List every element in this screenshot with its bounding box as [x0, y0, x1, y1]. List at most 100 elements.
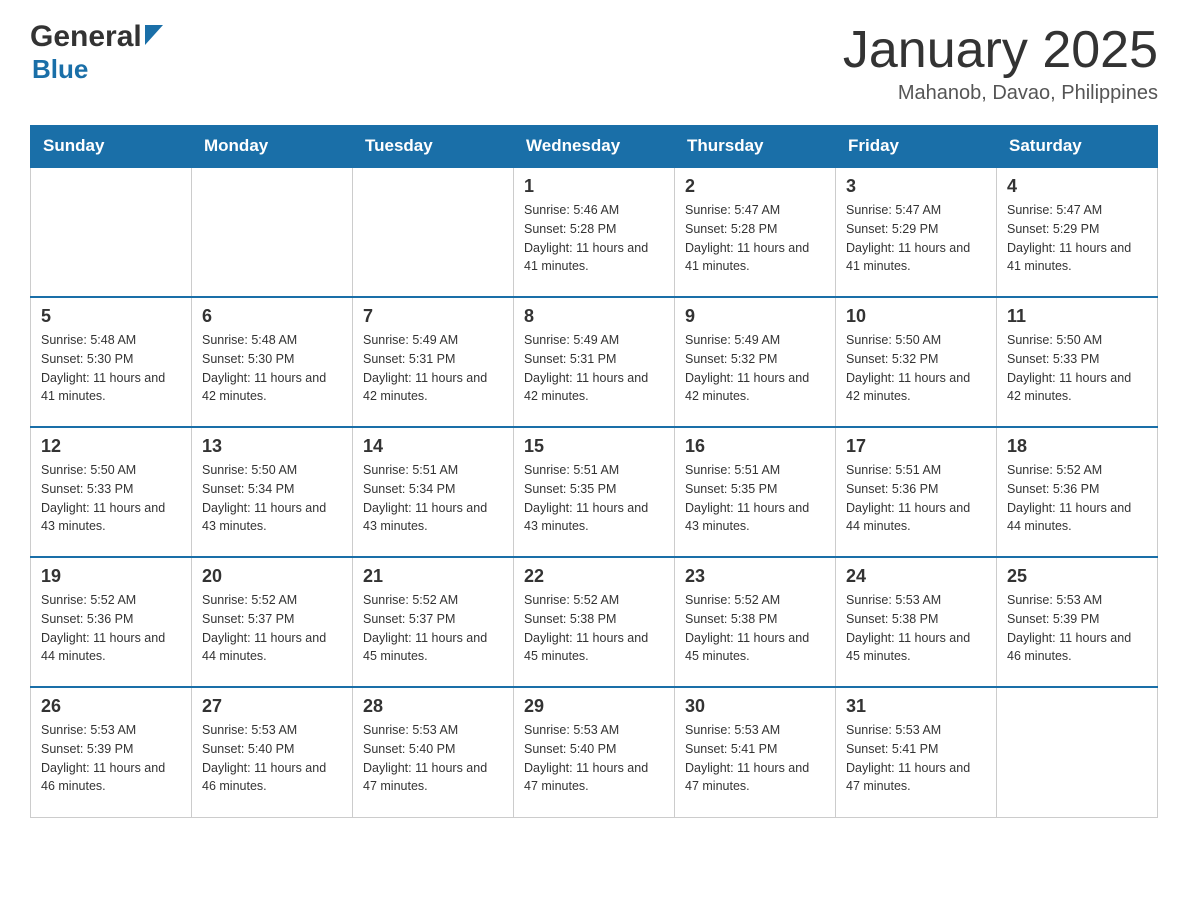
- day-info: Sunrise: 5:49 AMSunset: 5:31 PMDaylight:…: [363, 333, 487, 403]
- day-number: 7: [363, 306, 503, 327]
- day-info: Sunrise: 5:51 AMSunset: 5:34 PMDaylight:…: [363, 463, 487, 533]
- weekday-header-row: SundayMondayTuesdayWednesdayThursdayFrid…: [31, 126, 1158, 168]
- calendar-cell: 24 Sunrise: 5:53 AMSunset: 5:38 PMDayligh…: [836, 557, 997, 687]
- week-row-1: 1 Sunrise: 5:46 AMSunset: 5:28 PMDaylight…: [31, 167, 1158, 297]
- day-info: Sunrise: 5:53 AMSunset: 5:40 PMDaylight:…: [363, 723, 487, 793]
- day-info: Sunrise: 5:52 AMSunset: 5:37 PMDaylight:…: [202, 593, 326, 663]
- logo-arrow-icon: [145, 25, 163, 50]
- day-info: Sunrise: 5:53 AMSunset: 5:39 PMDaylight:…: [41, 723, 165, 793]
- weekday-thursday: Thursday: [675, 126, 836, 168]
- logo: General Blue: [30, 20, 163, 85]
- day-info: Sunrise: 5:47 AMSunset: 5:29 PMDaylight:…: [846, 203, 970, 273]
- page-header: General Blue January 2025 Mahanob, Davao…: [30, 20, 1158, 105]
- day-number: 31: [846, 696, 986, 717]
- calendar-cell: [192, 167, 353, 297]
- calendar-cell: 18 Sunrise: 5:52 AMSunset: 5:36 PMDayligh…: [997, 427, 1158, 557]
- calendar-cell: 12 Sunrise: 5:50 AMSunset: 5:33 PMDayligh…: [31, 427, 192, 557]
- calendar-cell: 29 Sunrise: 5:53 AMSunset: 5:40 PMDayligh…: [514, 687, 675, 817]
- calendar-cell: 5Sunrise: 5:48 AMSunset: 5:30 PMDaylight…: [31, 297, 192, 427]
- week-row-5: 26Sunrise: 5:53 AMSunset: 5:39 PMDayligh…: [31, 687, 1158, 817]
- calendar-cell: 14Sunrise: 5:51 AMSunset: 5:34 PMDayligh…: [353, 427, 514, 557]
- day-number: 6: [202, 306, 342, 327]
- calendar-cell: 16 Sunrise: 5:51 AMSunset: 5:35 PMDayligh…: [675, 427, 836, 557]
- calendar-cell: 21Sunrise: 5:52 AMSunset: 5:37 PMDayligh…: [353, 557, 514, 687]
- day-number: 2: [685, 176, 825, 197]
- day-info: Sunrise: 5:50 AMSunset: 5:33 PMDaylight:…: [1007, 333, 1131, 403]
- calendar-title: January 2025: [843, 20, 1158, 80]
- day-info: Sunrise: 5:53 AMSunset: 5:41 PMDaylight:…: [685, 723, 809, 793]
- day-number: 10: [846, 306, 986, 327]
- weekday-saturday: Saturday: [997, 126, 1158, 168]
- calendar-cell: 23 Sunrise: 5:52 AMSunset: 5:38 PMDayligh…: [675, 557, 836, 687]
- calendar-cell: 19 Sunrise: 5:52 AMSunset: 5:36 PMDayligh…: [31, 557, 192, 687]
- calendar-cell: [997, 687, 1158, 817]
- calendar-cell: 15 Sunrise: 5:51 AMSunset: 5:35 PMDayligh…: [514, 427, 675, 557]
- calendar-cell: 11 Sunrise: 5:50 AMSunset: 5:33 PMDayligh…: [997, 297, 1158, 427]
- day-info: Sunrise: 5:49 AMSunset: 5:31 PMDaylight:…: [524, 333, 648, 403]
- day-number: 11: [1007, 306, 1147, 327]
- day-number: 15: [524, 436, 664, 457]
- day-number: 3: [846, 176, 986, 197]
- day-number: 12: [41, 436, 181, 457]
- day-number: 21: [363, 566, 503, 587]
- day-info: Sunrise: 5:53 AMSunset: 5:39 PMDaylight:…: [1007, 593, 1131, 663]
- day-info: Sunrise: 5:50 AMSunset: 5:33 PMDaylight:…: [41, 463, 165, 533]
- day-info: Sunrise: 5:48 AMSunset: 5:30 PMDaylight:…: [41, 333, 165, 403]
- day-number: 9: [685, 306, 825, 327]
- day-number: 25: [1007, 566, 1147, 587]
- day-info: Sunrise: 5:47 AMSunset: 5:28 PMDaylight:…: [685, 203, 809, 273]
- day-info: Sunrise: 5:52 AMSunset: 5:38 PMDaylight:…: [524, 593, 648, 663]
- day-number: 16: [685, 436, 825, 457]
- week-row-3: 12 Sunrise: 5:50 AMSunset: 5:33 PMDayligh…: [31, 427, 1158, 557]
- calendar-cell: 17Sunrise: 5:51 AMSunset: 5:36 PMDayligh…: [836, 427, 997, 557]
- day-info: Sunrise: 5:51 AMSunset: 5:35 PMDaylight:…: [524, 463, 648, 533]
- calendar-cell: 2 Sunrise: 5:47 AMSunset: 5:28 PMDaylight…: [675, 167, 836, 297]
- day-info: Sunrise: 5:52 AMSunset: 5:38 PMDaylight:…: [685, 593, 809, 663]
- logo-general-text: General: [30, 20, 142, 54]
- day-number: 29: [524, 696, 664, 717]
- day-number: 23: [685, 566, 825, 587]
- calendar-cell: 7 Sunrise: 5:49 AMSunset: 5:31 PMDaylight…: [353, 297, 514, 427]
- day-number: 8: [524, 306, 664, 327]
- day-number: 28: [363, 696, 503, 717]
- calendar-cell: 1 Sunrise: 5:46 AMSunset: 5:28 PMDaylight…: [514, 167, 675, 297]
- day-info: Sunrise: 5:51 AMSunset: 5:35 PMDaylight:…: [685, 463, 809, 533]
- day-number: 4: [1007, 176, 1147, 197]
- calendar-cell: 13Sunrise: 5:50 AMSunset: 5:34 PMDayligh…: [192, 427, 353, 557]
- calendar-cell: 3 Sunrise: 5:47 AMSunset: 5:29 PMDaylight…: [836, 167, 997, 297]
- calendar-cell: 10Sunrise: 5:50 AMSunset: 5:32 PMDayligh…: [836, 297, 997, 427]
- day-info: Sunrise: 5:50 AMSunset: 5:34 PMDaylight:…: [202, 463, 326, 533]
- calendar-cell: 26Sunrise: 5:53 AMSunset: 5:39 PMDayligh…: [31, 687, 192, 817]
- calendar-subtitle: Mahanob, Davao, Philippines: [843, 82, 1158, 105]
- day-number: 19: [41, 566, 181, 587]
- title-section: January 2025 Mahanob, Davao, Philippines: [843, 20, 1158, 105]
- day-info: Sunrise: 5:53 AMSunset: 5:40 PMDaylight:…: [524, 723, 648, 793]
- weekday-friday: Friday: [836, 126, 997, 168]
- day-info: Sunrise: 5:52 AMSunset: 5:36 PMDaylight:…: [1007, 463, 1131, 533]
- day-number: 1: [524, 176, 664, 197]
- calendar-cell: 6Sunrise: 5:48 AMSunset: 5:30 PMDaylight…: [192, 297, 353, 427]
- day-number: 20: [202, 566, 342, 587]
- weekday-sunday: Sunday: [31, 126, 192, 168]
- day-info: Sunrise: 5:51 AMSunset: 5:36 PMDaylight:…: [846, 463, 970, 533]
- day-number: 30: [685, 696, 825, 717]
- calendar-cell: 27Sunrise: 5:53 AMSunset: 5:40 PMDayligh…: [192, 687, 353, 817]
- day-info: Sunrise: 5:47 AMSunset: 5:29 PMDaylight:…: [1007, 203, 1131, 273]
- day-info: Sunrise: 5:52 AMSunset: 5:36 PMDaylight:…: [41, 593, 165, 663]
- calendar-cell: 22 Sunrise: 5:52 AMSunset: 5:38 PMDayligh…: [514, 557, 675, 687]
- calendar-cell: 25 Sunrise: 5:53 AMSunset: 5:39 PMDayligh…: [997, 557, 1158, 687]
- weekday-tuesday: Tuesday: [353, 126, 514, 168]
- day-info: Sunrise: 5:53 AMSunset: 5:38 PMDaylight:…: [846, 593, 970, 663]
- calendar-cell: 20 Sunrise: 5:52 AMSunset: 5:37 PMDayligh…: [192, 557, 353, 687]
- calendar-cell: 4 Sunrise: 5:47 AMSunset: 5:29 PMDaylight…: [997, 167, 1158, 297]
- day-info: Sunrise: 5:49 AMSunset: 5:32 PMDaylight:…: [685, 333, 809, 403]
- calendar-table: SundayMondayTuesdayWednesdayThursdayFrid…: [30, 125, 1158, 818]
- week-row-4: 19 Sunrise: 5:52 AMSunset: 5:36 PMDayligh…: [31, 557, 1158, 687]
- day-number: 18: [1007, 436, 1147, 457]
- calendar-cell: 28 Sunrise: 5:53 AMSunset: 5:40 PMDayligh…: [353, 687, 514, 817]
- day-info: Sunrise: 5:46 AMSunset: 5:28 PMDaylight:…: [524, 203, 648, 273]
- day-number: 22: [524, 566, 664, 587]
- day-info: Sunrise: 5:53 AMSunset: 5:41 PMDaylight:…: [846, 723, 970, 793]
- calendar-cell: 30 Sunrise: 5:53 AMSunset: 5:41 PMDayligh…: [675, 687, 836, 817]
- day-number: 24: [846, 566, 986, 587]
